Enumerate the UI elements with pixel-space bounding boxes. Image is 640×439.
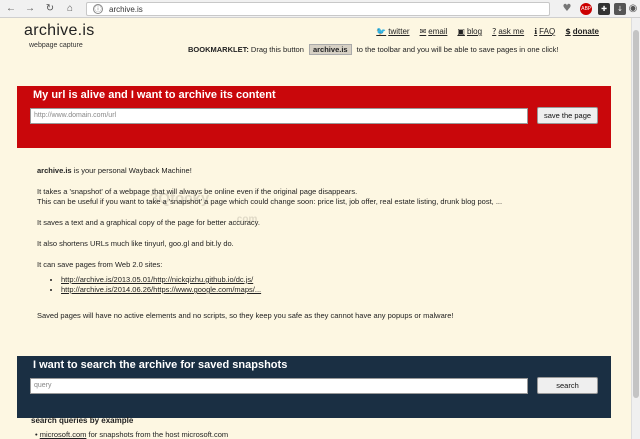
description: archive.is is your personal Wayback Mach… (37, 166, 597, 332)
reload-icon[interactable]: ↻ (44, 3, 56, 15)
puzzle-icon[interactable]: ✚ (598, 3, 610, 15)
ask-icon: ? (492, 27, 497, 36)
browser-toolbar: ← → ↻ ⌂ ⓘ archive.is ♥ ABP ✚ ↓ ◉ (0, 0, 640, 18)
search-panel: I want to search the archive for saved s… (17, 356, 611, 418)
search-example-link[interactable]: microsoft.com (40, 430, 87, 439)
download-icon[interactable]: ↓ (614, 3, 626, 15)
home-icon[interactable]: ⌂ (64, 3, 76, 15)
page-scrollbar[interactable] (631, 18, 640, 439)
back-icon[interactable]: ← (5, 3, 17, 15)
top-links: 🐦 twitter ✉ email ▣ blog ? ask me ℹ FAQ $ dona… (376, 27, 599, 36)
page-content: archive.is webpage capture 🐦 twitter ✉ ema… (0, 18, 631, 439)
scrollbar-thumb[interactable] (633, 30, 639, 398)
snapshot-text: It takes a 'snapshot' of a webpage that … (37, 187, 503, 206)
faq-icon: ℹ (534, 27, 538, 36)
site-logo[interactable]: archive.is (24, 22, 95, 40)
search-example-item: • microsoft.com for snapshots from the h… (35, 430, 229, 439)
intro-text: archive.is is your personal Wayback Mach… (37, 166, 192, 175)
forward-icon[interactable]: → (24, 3, 36, 15)
search-panel-title: I want to search the archive for saved s… (33, 359, 288, 371)
copy-text: It saves a text and a graphical copy of … (37, 218, 260, 227)
email-icon: ✉ (419, 27, 427, 36)
address-bar[interactable]: ⓘ archive.is (86, 2, 550, 16)
search-examples-title: search queries by example (31, 416, 134, 425)
safety-text: Saved pages will have no active elements… (37, 311, 454, 320)
archive-url-panel: My url is alive and I want to archive it… (17, 86, 611, 148)
search-input[interactable]: query (30, 378, 528, 394)
blog-link[interactable]: ▣ blog (457, 27, 482, 36)
blog-icon: ▣ (457, 27, 465, 36)
example-link[interactable]: http://archive.is/2013.05.01/http://nick… (61, 275, 253, 284)
twitter-icon: 🐦 (376, 27, 387, 36)
bookmark-heart-icon[interactable]: ♥ (561, 3, 573, 15)
address-bar-url[interactable]: archive.is (109, 4, 143, 15)
page-info-icon[interactable]: ⓘ (93, 4, 103, 14)
email-link[interactable]: ✉ email (420, 27, 448, 36)
site-tagline: webpage capture (29, 42, 83, 49)
list-item: http://archive.is/2014.06.26/https://www… (61, 285, 597, 295)
list-item: http://archive.is/2013.05.01/http://nick… (61, 275, 597, 285)
donate-icon: $ (565, 27, 571, 36)
faq-link[interactable]: ℹ FAQ (534, 27, 555, 36)
shorten-text: It also shortens URLs much like tinyurl,… (37, 239, 234, 248)
search-button[interactable]: search (537, 377, 598, 394)
save-page-button[interactable]: save the page (537, 107, 598, 124)
web20-text: It can save pages from Web 2.0 sites: (37, 260, 163, 269)
bookmarklet-button[interactable]: archive.is (308, 44, 352, 55)
archive-panel-title: My url is alive and I want to archive it… (33, 89, 276, 101)
bookmarklet-hint: BOOKMARKLET: Drag this button archive.is… (188, 44, 559, 55)
adblock-icon[interactable]: ABP (580, 3, 592, 15)
account-icon[interactable]: ◉ (628, 3, 638, 15)
ask-me-link[interactable]: ? ask me (492, 27, 524, 36)
example-list: http://archive.is/2013.05.01/http://nick… (61, 275, 597, 295)
donate-link[interactable]: $ donate (565, 27, 599, 36)
archive-url-input[interactable]: http://www.domain.com/url (30, 108, 528, 124)
example-link[interactable]: http://archive.is/2014.06.26/https://www… (61, 285, 261, 294)
twitter-link[interactable]: 🐦 twitter (376, 27, 409, 36)
